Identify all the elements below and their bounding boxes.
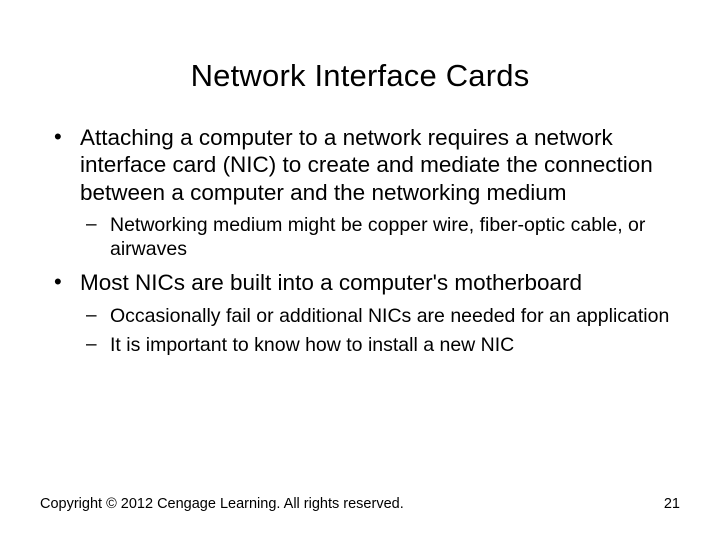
bullet-list: Attaching a computer to a network requir…: [40, 124, 680, 357]
sub-bullet-item: Networking medium might be copper wire, …: [80, 214, 680, 261]
bullet-text: Attaching a computer to a network requir…: [80, 125, 653, 205]
page-number: 21: [664, 496, 680, 512]
bullet-item: Attaching a computer to a network requir…: [40, 124, 680, 261]
sub-bullet-list: Networking medium might be copper wire, …: [80, 214, 680, 261]
sub-bullet-list: Occasionally fail or additional NICs are…: [80, 305, 680, 358]
copyright-footer: Copyright © 2012 Cengage Learning. All r…: [40, 496, 404, 512]
bullet-text: Most NICs are built into a computer's mo…: [80, 270, 582, 295]
bullet-item: Most NICs are built into a computer's mo…: [40, 269, 680, 357]
slide-title: Network Interface Cards: [40, 58, 680, 94]
sub-bullet-item: Occasionally fail or additional NICs are…: [80, 305, 680, 328]
slide: Network Interface Cards Attaching a comp…: [0, 0, 720, 540]
sub-bullet-item: It is important to know how to install a…: [80, 334, 680, 357]
